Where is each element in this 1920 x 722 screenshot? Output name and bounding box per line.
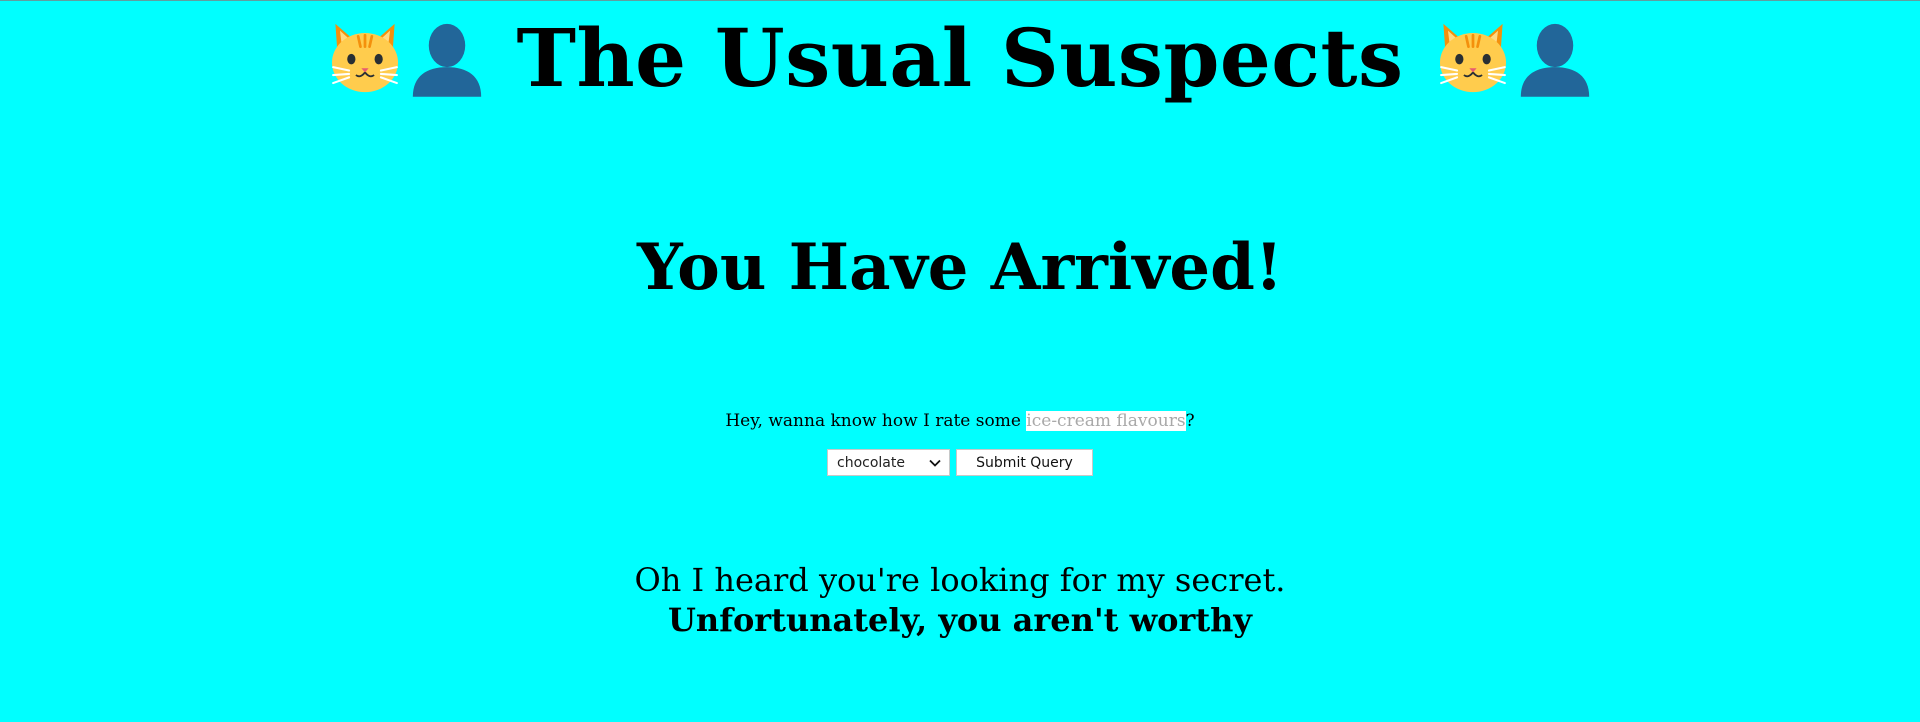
secret-line-2: Unfortunately, you aren't worthy: [668, 601, 1252, 639]
page: The Usual Suspects You Have Arrived! Hey…: [0, 0, 1920, 722]
cat-face-icon: [1432, 17, 1514, 99]
highlighted-text: ice-cream flavours: [1026, 411, 1186, 431]
site-title: The Usual Suspects: [516, 11, 1404, 105]
arrival-heading: You Have Arrived!: [637, 230, 1283, 305]
secret-message: Oh I heard you're looking for my secret.…: [0, 560, 1920, 640]
secret-line-1: Oh I heard you're looking for my secret.: [634, 561, 1286, 599]
chevron-down-icon: [929, 459, 941, 467]
header-emoji-left: [324, 17, 488, 99]
top-border: [0, 0, 1920, 1]
prompt-question-mark: ?: [1185, 411, 1195, 431]
header-emoji-right: [1432, 17, 1596, 99]
submit-query-button[interactable]: Submit Query: [956, 449, 1093, 476]
bust-silhouette-icon: [406, 17, 488, 99]
site-header: The Usual Suspects: [0, 10, 1920, 106]
prompt-text: Hey, wanna know how I rate some: [725, 411, 1027, 431]
bust-silhouette-icon: [1514, 17, 1596, 99]
ice-cream-prompt: Hey, wanna know how I rate some ice-crea…: [0, 410, 1920, 432]
flavour-select-value: chocolate: [837, 454, 905, 471]
flavour-form: chocolate Submit Query: [0, 449, 1920, 476]
cat-face-icon: [324, 17, 406, 99]
flavour-select[interactable]: chocolate: [827, 449, 950, 476]
